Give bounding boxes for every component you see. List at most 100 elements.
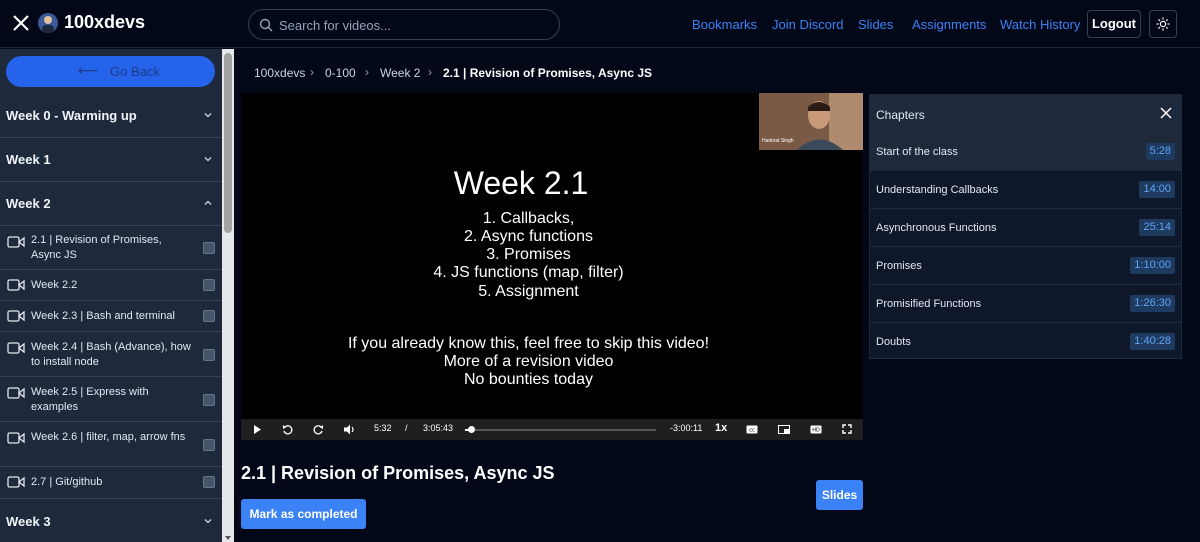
theme-toggle-button[interactable] — [1149, 10, 1177, 38]
item-label: Week 2.4 | Bash (Advance), how to instal… — [31, 341, 191, 368]
chapter-name: Asynchronous Functions — [876, 222, 997, 234]
nav-watch-history[interactable]: Watch History — [1000, 17, 1080, 32]
item-label: Week 2.2 — [31, 279, 78, 291]
slide-list-item: 4. JS functions (map, filter) — [433, 264, 624, 281]
list-item[interactable]: Week 2.3 | Bash and terminal — [0, 301, 222, 332]
progress-bar[interactable] — [465, 426, 656, 433]
close-sidebar-icon[interactable] — [10, 12, 32, 34]
chevron-right-icon: › — [428, 65, 432, 79]
week-1-section[interactable]: Week 1 — [0, 138, 222, 182]
sun-icon — [1156, 17, 1170, 31]
sidebar-scrollbar[interactable] — [222, 49, 234, 542]
rewind-icon[interactable] — [282, 424, 293, 435]
scroll-down-arrow-icon[interactable] — [225, 536, 231, 540]
svg-text:cc: cc — [749, 428, 755, 434]
nav-assignments[interactable]: Assignments — [912, 17, 986, 32]
nav-join-discord[interactable]: Join Discord — [772, 17, 844, 32]
week-label: Week 3 — [6, 514, 51, 529]
nav-slides[interactable]: Slides — [858, 17, 893, 32]
slides-button[interactable]: Slides — [816, 480, 863, 510]
progress-knob[interactable] — [467, 426, 475, 433]
week-2-section[interactable]: Week 2 — [0, 182, 222, 226]
svg-text:HD: HD — [812, 428, 820, 434]
video-player[interactable]: Week 2.1 1. Callbacks, 2. Async function… — [241, 93, 863, 440]
chapter-time: 1:10:00 — [1130, 257, 1175, 274]
chevron-right-icon: › — [365, 65, 369, 79]
item-label: Week 2.5 | Express with examples — [31, 386, 149, 413]
chapters-title: Chapters — [876, 108, 925, 122]
item-label: Week 2.6 | filter, map, arrow fns — [31, 431, 186, 443]
chapter-item[interactable]: Doubts 1:40:28 — [870, 323, 1181, 361]
week-3-section[interactable]: Week 3 — [0, 500, 222, 542]
quality-icon[interactable]: HD — [810, 425, 822, 434]
video-icon — [7, 310, 25, 322]
go-back-label: Go Back — [110, 64, 160, 79]
chapter-name: Promisified Functions — [876, 298, 982, 310]
logo-avatar[interactable] — [38, 13, 58, 33]
chapter-item[interactable]: Promisified Functions 1:26:30 — [870, 285, 1181, 323]
fullscreen-icon[interactable] — [842, 424, 852, 434]
volume-icon[interactable] — [344, 424, 356, 435]
list-item[interactable]: Week 2.5 | Express with examples — [0, 377, 222, 422]
video-controls: 5:32 / 3:05:43 -3:00:11 1x cc HD — [241, 419, 863, 440]
webcam-overlay: Harkirat Singh — [759, 93, 863, 150]
chevron-up-icon — [204, 200, 212, 205]
list-item[interactable]: Week 2.2 — [0, 270, 222, 301]
mark-completed-button[interactable]: Mark as completed — [241, 499, 366, 529]
completed-checkbox[interactable] — [203, 349, 215, 361]
completed-checkbox[interactable] — [203, 310, 215, 322]
chapter-item[interactable]: Understanding Callbacks 14:00 — [870, 171, 1181, 209]
chapter-name: Start of the class — [876, 146, 958, 158]
video-icon — [7, 432, 25, 444]
breadcrumb-item[interactable]: 100xdevs — [254, 66, 305, 80]
webcam-name: Harkirat Singh — [762, 138, 794, 144]
search-icon — [259, 18, 273, 32]
chevron-right-icon: › — [310, 65, 314, 79]
item-label: Week 2.3 | Bash and terminal — [31, 310, 175, 322]
completed-checkbox[interactable] — [203, 439, 215, 451]
chapters-header: Chapters — [870, 95, 1181, 133]
close-icon[interactable] — [1159, 106, 1173, 120]
completed-checkbox[interactable] — [203, 394, 215, 406]
arrow-left-icon: ⟵ — [78, 62, 99, 78]
logout-button[interactable]: Logout — [1087, 10, 1141, 38]
search-bar[interactable] — [248, 9, 560, 40]
chapter-item[interactable]: Asynchronous Functions 25:14 — [870, 209, 1181, 247]
list-item[interactable]: Week 2.6 | filter, map, arrow fns — [0, 422, 222, 467]
list-item[interactable]: 2.7 | Git/github — [0, 467, 222, 499]
playback-speed[interactable]: 1x — [715, 422, 727, 434]
chapter-time: 1:26:30 — [1130, 295, 1175, 312]
completed-checkbox[interactable] — [203, 279, 215, 291]
slide-title: Week 2.1 — [453, 165, 589, 201]
nav-bookmarks[interactable]: Bookmarks — [692, 17, 757, 32]
list-item[interactable]: Week 2.4 | Bash (Advance), how to instal… — [0, 332, 222, 377]
week-0-section[interactable]: Week 0 - Warming up — [0, 94, 222, 138]
chapter-time: 5:28 — [1145, 143, 1175, 160]
chevron-down-icon — [204, 519, 212, 524]
chapter-time: 14:00 — [1139, 181, 1175, 198]
scrollbar-thumb[interactable] — [224, 53, 232, 233]
chapter-item[interactable]: Promises 1:10:00 — [870, 247, 1181, 285]
slide-list-item: 3. Promises — [486, 246, 571, 263]
go-back-button[interactable]: ⟵ Go Back — [6, 56, 215, 87]
chapter-time: 25:14 — [1139, 219, 1175, 236]
picture-in-picture-icon[interactable] — [778, 425, 790, 434]
search-input[interactable] — [279, 14, 549, 36]
current-time: 5:32 — [374, 423, 392, 433]
chapter-item[interactable]: Start of the class 5:28 — [870, 133, 1181, 171]
video-icon — [7, 342, 25, 354]
list-item[interactable]: 2.1 | Revision of Promises, Async JS — [0, 226, 222, 270]
completed-checkbox[interactable] — [203, 476, 215, 488]
logo-text[interactable]: 100xdevs — [64, 12, 145, 33]
week-label: Week 1 — [6, 152, 51, 167]
time-separator: / — [405, 423, 408, 433]
play-icon[interactable] — [253, 425, 262, 434]
captions-icon[interactable]: cc — [746, 425, 758, 434]
forward-icon[interactable] — [313, 424, 324, 435]
slide-list-item: 5. Assignment — [478, 283, 579, 300]
breadcrumb-item[interactable]: Week 2 — [380, 66, 420, 80]
video-icon — [7, 476, 25, 488]
breadcrumb-item[interactable]: 0-100 — [325, 66, 356, 80]
sidebar: ⟵ Go Back Week 0 - Warming up Week 1 Wee… — [0, 49, 222, 542]
completed-checkbox[interactable] — [203, 242, 215, 254]
